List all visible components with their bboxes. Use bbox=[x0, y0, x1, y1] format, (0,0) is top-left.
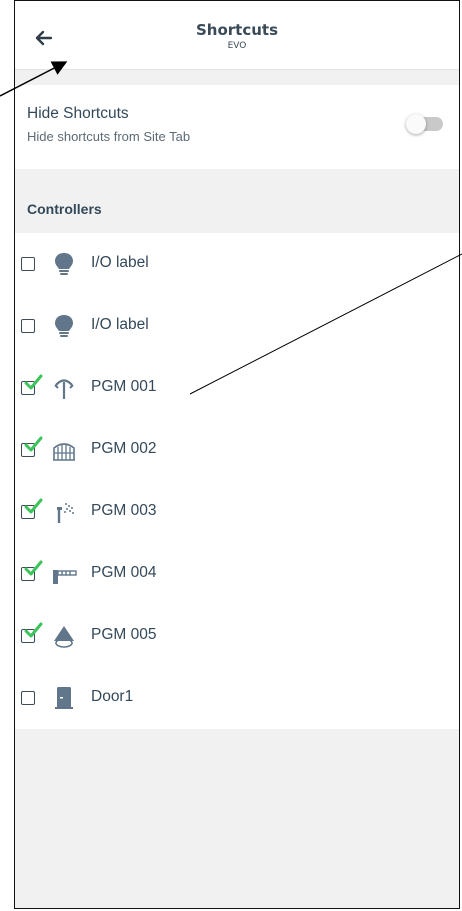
water-spray-icon bbox=[51, 499, 77, 525]
ceiling-lamp-icon bbox=[51, 623, 77, 649]
list-item[interactable]: PGM 001 bbox=[15, 357, 459, 419]
list-item[interactable]: I/O label bbox=[15, 295, 459, 357]
checkbox[interactable] bbox=[21, 319, 35, 333]
list-item[interactable]: PGM 005 bbox=[15, 605, 459, 667]
lightbulb-icon bbox=[51, 313, 77, 339]
app-screen: Shortcuts EVO Hide Shortcuts Hide shortc… bbox=[14, 0, 460, 909]
controllers-list: I/O label I/O label PGM 001 PGM 002 PGM … bbox=[15, 233, 459, 729]
item-label: PGM 001 bbox=[91, 378, 157, 395]
door-icon bbox=[51, 685, 77, 711]
controllers-section-label: Controllers bbox=[27, 201, 102, 217]
hide-shortcuts-title: Hide Shortcuts bbox=[27, 105, 129, 122]
item-label: PGM 002 bbox=[91, 440, 157, 457]
item-label: Door1 bbox=[91, 688, 134, 705]
gate-icon bbox=[51, 437, 77, 463]
app-header: Shortcuts EVO bbox=[15, 1, 459, 70]
checkbox[interactable] bbox=[21, 257, 35, 271]
checkmark-icon bbox=[24, 436, 43, 452]
hide-shortcuts-toggle[interactable] bbox=[406, 114, 443, 134]
hide-shortcuts-subtitle: Hide shortcuts from Site Tab bbox=[27, 129, 191, 144]
lawn-sprinkler-icon bbox=[51, 375, 77, 401]
toggle-knob bbox=[406, 114, 426, 134]
checkmark-icon bbox=[24, 560, 43, 576]
list-item[interactable]: PGM 003 bbox=[15, 481, 459, 543]
item-label: I/O label bbox=[91, 316, 149, 333]
list-item[interactable]: I/O label bbox=[15, 233, 459, 295]
barrier-icon bbox=[51, 561, 77, 587]
checkmark-icon bbox=[24, 498, 43, 514]
page-subtitle: EVO bbox=[227, 41, 247, 51]
item-label: PGM 004 bbox=[91, 564, 157, 581]
checkbox[interactable] bbox=[21, 691, 35, 705]
page-title: Shortcuts bbox=[195, 21, 279, 39]
list-item[interactable]: Door1 bbox=[15, 667, 459, 729]
item-label: PGM 003 bbox=[91, 502, 157, 519]
checkmark-icon bbox=[24, 374, 43, 390]
list-item[interactable]: PGM 002 bbox=[15, 419, 459, 481]
checkmark-icon bbox=[24, 622, 43, 638]
item-label: PGM 005 bbox=[91, 626, 157, 643]
hide-shortcuts-setting[interactable]: Hide Shortcuts Hide shortcuts from Site … bbox=[15, 85, 459, 169]
item-label: I/O label bbox=[91, 254, 149, 271]
lightbulb-icon bbox=[51, 251, 77, 277]
list-item[interactable]: PGM 004 bbox=[15, 543, 459, 605]
